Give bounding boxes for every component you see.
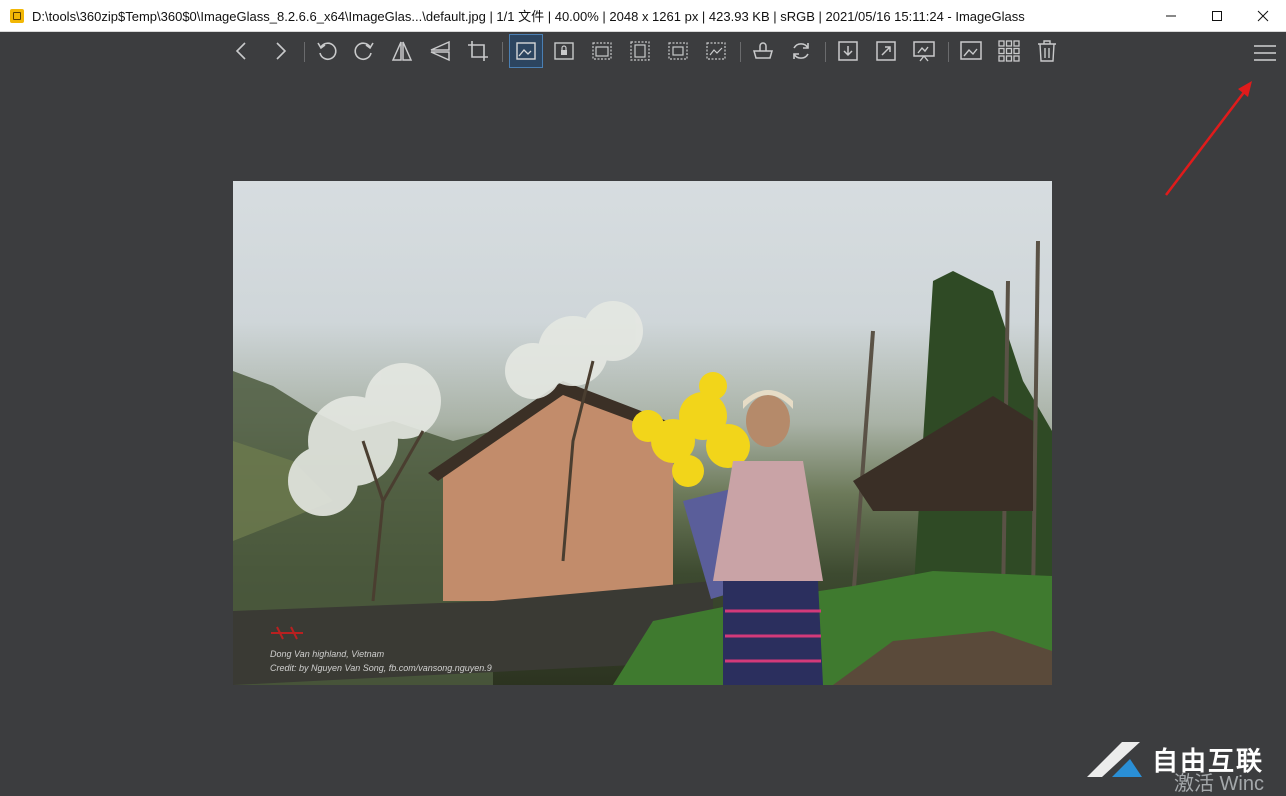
open-with-button[interactable]	[746, 34, 780, 68]
toolbar-separator	[825, 42, 826, 62]
chevron-left-icon	[235, 42, 246, 60]
next-image-button[interactable]	[263, 34, 297, 68]
toolbar-separator	[948, 42, 949, 62]
window-title: D:\tools\360zip$Temp\360$0\ImageGlass_8.…	[32, 9, 1025, 24]
rotate-left-button[interactable]	[310, 34, 344, 68]
photo-caption-credit: Credit: by Nguyen Van Song, fb.com/vanso…	[270, 663, 492, 673]
main-menu-button[interactable]	[1252, 40, 1278, 66]
watermark: 自由互联 激活 Winc	[1082, 737, 1272, 795]
fullscreen-icon	[876, 41, 896, 61]
goto-image-button[interactable]	[831, 34, 865, 68]
close-button[interactable]	[1240, 0, 1286, 31]
scale-to-fit-button[interactable]	[661, 34, 695, 68]
flip-horizontal-button[interactable]	[385, 34, 419, 68]
activate-windows-text: 激活 Winc	[1174, 773, 1264, 795]
toolbar	[0, 34, 1286, 72]
title-bar: D:\tools\360zip$Temp\360$0\ImageGlass_8.…	[0, 0, 1286, 32]
hamburger-menu-icon	[1254, 45, 1276, 61]
rotate-right-button[interactable]	[347, 34, 381, 68]
fullscreen-button[interactable]	[869, 34, 903, 68]
maximize-button[interactable]	[1194, 0, 1240, 31]
scale-to-width-button[interactable]	[585, 34, 619, 68]
photo-scene	[233, 240, 1052, 685]
flip-horizontal-icon	[391, 41, 413, 61]
flip-vertical-icon	[430, 40, 450, 62]
thumbnails-button[interactable]	[992, 34, 1026, 68]
toolbar-separator	[502, 42, 503, 62]
open-with-icon	[753, 42, 773, 59]
set-wallpaper-button[interactable]	[954, 34, 988, 68]
toolbar-separator	[304, 42, 305, 62]
watermark-logo-icon	[1087, 742, 1142, 777]
chevron-right-icon	[276, 42, 287, 60]
auto-zoom-icon	[516, 42, 536, 60]
scale-to-fill-button[interactable]	[699, 34, 733, 68]
trash-icon	[1038, 40, 1056, 62]
rotate-right-icon	[354, 42, 374, 60]
scale-fill-icon	[706, 42, 726, 60]
slideshow-button[interactable]	[907, 34, 941, 68]
delete-button[interactable]	[1030, 34, 1064, 68]
thumbnails-icon	[998, 40, 1020, 62]
rotate-left-icon	[317, 42, 337, 60]
scale-height-icon	[630, 41, 650, 61]
refresh-button[interactable]	[784, 34, 818, 68]
flip-vertical-button[interactable]	[423, 34, 457, 68]
annotation-arrow	[1165, 81, 1252, 196]
toolbar-separator	[740, 42, 741, 62]
minimize-icon	[1166, 15, 1176, 16]
photo-caption-location: Dong Van highland, Vietnam	[270, 649, 385, 659]
crop-button[interactable]	[461, 34, 495, 68]
refresh-icon	[793, 43, 809, 59]
close-icon	[1257, 10, 1269, 21]
lock-zoom-icon	[554, 42, 574, 60]
scale-fit-icon	[668, 42, 688, 60]
crop-icon	[468, 41, 488, 61]
image-viewer-photo[interactable]: Dong Van highland, Vietnam Credit: by Ng…	[233, 181, 1052, 685]
scale-width-icon	[592, 42, 612, 60]
goto-icon	[838, 41, 858, 61]
previous-image-button[interactable]	[225, 34, 259, 68]
maximize-icon	[1212, 10, 1222, 21]
slideshow-icon	[913, 41, 935, 62]
auto-zoom-button[interactable]	[509, 34, 543, 68]
minimize-button[interactable]	[1148, 0, 1194, 31]
lock-zoom-button[interactable]	[547, 34, 581, 68]
wallpaper-icon	[960, 41, 982, 60]
imageglass-app-icon	[10, 8, 24, 23]
scale-to-height-button[interactable]	[623, 34, 657, 68]
